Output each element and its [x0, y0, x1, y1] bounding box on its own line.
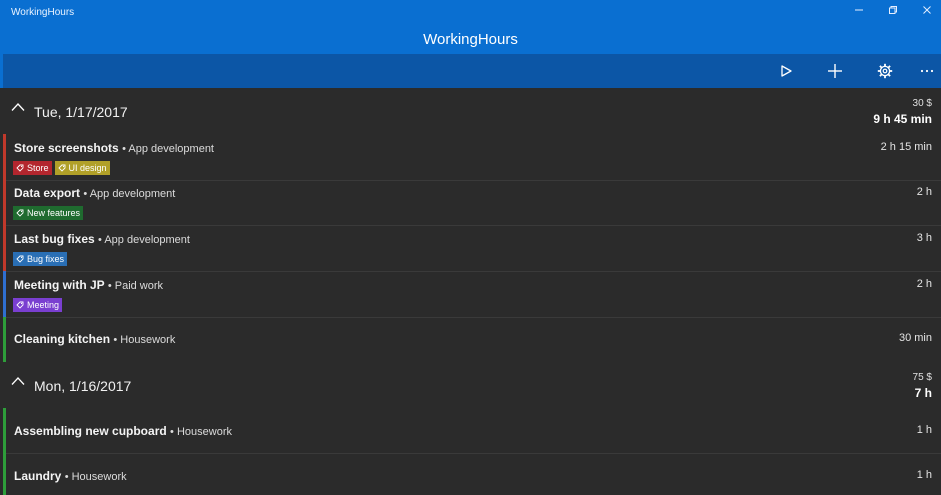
- more-button[interactable]: [913, 59, 941, 83]
- tag-badge: Bug fixes: [13, 252, 68, 266]
- entry-project: App development: [104, 234, 190, 246]
- tag-label: UI design: [68, 163, 107, 173]
- group-date: Tue, 1/17/2017: [34, 104, 128, 120]
- tag-label: Meeting: [27, 300, 60, 310]
- group-money: 75 $: [912, 372, 932, 383]
- settings-button[interactable]: [871, 59, 899, 83]
- entry-duration: 30 min: [898, 332, 932, 344]
- entry-tags: New features: [13, 206, 84, 220]
- window-titlebar: WorkingHours: [0, 0, 941, 25]
- day-group-header[interactable]: Mon, 1/16/2017 75 $ 7 h: [3, 362, 941, 408]
- time-entry[interactable]: Data export • App development 2 h New fe…: [3, 180, 941, 225]
- app-header: WorkingHours: [0, 25, 941, 54]
- tag-icon: [16, 255, 24, 263]
- minimize-button[interactable]: [848, 3, 870, 21]
- entry-duration: 2 h: [916, 278, 932, 290]
- entry-name: Last bug fixes: [14, 232, 95, 246]
- command-bar: [0, 54, 941, 88]
- chevron-up-icon[interactable]: [11, 102, 25, 112]
- tag-icon: [16, 209, 24, 217]
- tag-label: New features: [27, 208, 81, 218]
- tag-icon: [16, 301, 24, 309]
- window-title: WorkingHours: [11, 7, 75, 18]
- entry-project: Housework: [176, 426, 232, 438]
- entry-name: Data export: [14, 186, 81, 200]
- entry-name: Store screenshots: [14, 141, 119, 155]
- close-button[interactable]: [916, 3, 938, 21]
- entry-project: App development: [89, 188, 176, 200]
- tag-badge: UI design: [54, 161, 110, 175]
- entry-project: Paid work: [114, 280, 164, 292]
- entry-title: Meeting with JP • Paid work: [14, 278, 164, 292]
- page-title: WorkingHours: [423, 31, 518, 48]
- tag-badge: New features: [13, 206, 84, 220]
- entry-duration: 2 h 15 min: [880, 141, 932, 153]
- time-entry[interactable]: Assembling new cupboard • Housework 1 h: [3, 408, 941, 453]
- entry-title: Last bug fixes • App development: [14, 232, 190, 246]
- tag-badge: Meeting: [13, 298, 63, 312]
- entry-name: Laundry: [14, 469, 62, 483]
- entry-project: Housework: [120, 334, 176, 346]
- close-icon: [923, 6, 931, 14]
- day-group-header[interactable]: Tue, 1/17/2017 30 $ 9 h 45 min: [3, 88, 941, 134]
- entry-title: Laundry • Housework: [14, 469, 127, 483]
- entry-project: Housework: [71, 471, 127, 483]
- group-date: Mon, 1/16/2017: [34, 378, 132, 394]
- entry-title: Data export • App development: [14, 186, 176, 200]
- entries-list: Tue, 1/17/2017 30 $ 9 h 45 min Store scr…: [0, 88, 941, 495]
- entry-duration: 3 h: [916, 232, 932, 244]
- restore-icon: [889, 6, 897, 14]
- minimize-icon: [855, 9, 863, 11]
- entry-name: Meeting with JP: [14, 278, 105, 292]
- entry-title: Store screenshots • App development: [14, 141, 214, 155]
- tag-icon: [16, 164, 24, 172]
- entry-name: Cleaning kitchen: [14, 332, 111, 346]
- time-entry[interactable]: Store screenshots • App development 2 h …: [3, 134, 941, 180]
- time-entry[interactable]: Last bug fixes • App development 3 h Bug…: [3, 225, 941, 271]
- play-icon: [781, 65, 792, 77]
- time-entry[interactable]: Laundry • Housework 1 h: [3, 453, 941, 495]
- entry-name: Assembling new cupboard: [14, 424, 167, 438]
- gear-icon: [877, 63, 893, 79]
- entry-project: App development: [128, 143, 214, 155]
- chevron-up-icon[interactable]: [11, 376, 25, 386]
- tag-badge: Store: [13, 161, 52, 175]
- time-entry[interactable]: Cleaning kitchen • Housework 30 min: [3, 317, 941, 362]
- entry-tags: Meeting: [13, 298, 63, 312]
- entry-tags: Store UI design: [13, 161, 110, 175]
- restore-button[interactable]: [882, 3, 904, 21]
- entry-duration: 1 h: [916, 469, 932, 481]
- start-button[interactable]: [772, 59, 800, 83]
- group-total-time: 9 h 45 min: [873, 112, 932, 126]
- tag-label: Bug fixes: [27, 254, 65, 264]
- add-button[interactable]: [821, 59, 849, 83]
- group-total-time: 7 h: [914, 386, 932, 400]
- time-entry[interactable]: Meeting with JP • Paid work 2 h Meeting: [3, 271, 941, 317]
- group-money: 30 $: [912, 98, 932, 109]
- entry-duration: 1 h: [916, 424, 932, 436]
- entry-title: Cleaning kitchen • Housework: [14, 332, 176, 346]
- ellipsis-icon: [920, 69, 934, 73]
- plus-icon: [828, 64, 842, 78]
- entry-duration: 2 h: [916, 186, 932, 198]
- entry-tags: Bug fixes: [13, 252, 68, 266]
- tag-icon: [57, 164, 65, 172]
- tag-label: Store: [27, 163, 49, 173]
- entry-title: Assembling new cupboard • Housework: [14, 424, 232, 438]
